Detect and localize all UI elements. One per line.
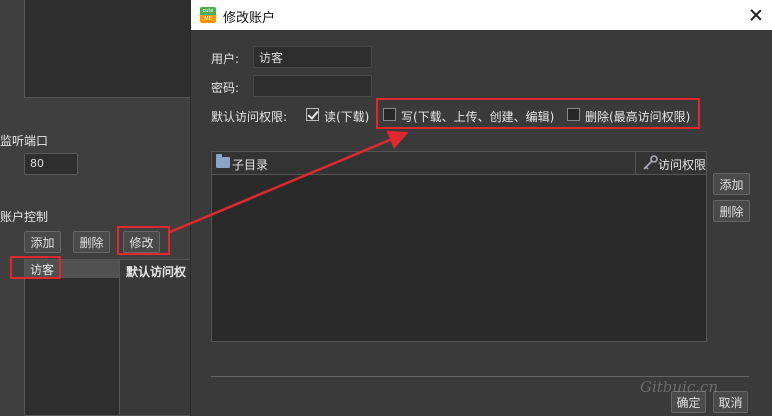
annotation-arrow <box>169 130 409 234</box>
watermark: Gitbuic.cn <box>640 378 719 396</box>
